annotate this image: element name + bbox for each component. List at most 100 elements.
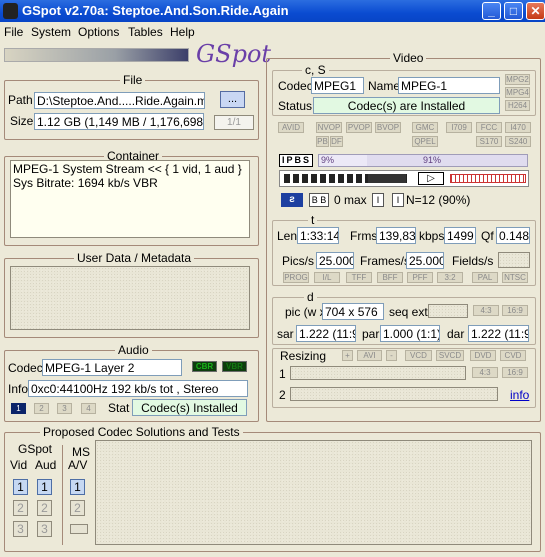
menu-system[interactable]: System xyxy=(31,25,71,39)
pics-label: Pics/s xyxy=(282,254,315,268)
ms-solution-2[interactable]: 2 xyxy=(70,500,85,516)
vbr-badge: VBR xyxy=(222,361,247,372)
container-line-1: MPEG-1 System Stream << { 1 vid, 1 aud } xyxy=(13,162,242,176)
path-field[interactable]: D:\Steptoe.And.....Ride.Again.mpg xyxy=(34,92,205,109)
size-label: Size xyxy=(10,114,34,128)
menu-tables[interactable]: Tables xyxy=(128,25,163,39)
menu-options[interactable]: Options xyxy=(78,25,119,39)
minimize-button[interactable]: _ xyxy=(482,2,501,20)
audio-track-3[interactable]: 3 xyxy=(57,403,72,414)
pic-label: pic (w x xyxy=(285,305,326,319)
path-label: Path xyxy=(8,93,33,107)
kbps-field: 1499 xyxy=(444,227,476,244)
file-group xyxy=(4,80,259,140)
std-prog: PROG xyxy=(283,272,309,283)
audio-track-4[interactable]: 4 xyxy=(81,403,96,414)
std-pal: PAL xyxy=(472,272,498,283)
ms-solution-1[interactable]: 1 xyxy=(70,479,85,495)
info-link[interactable]: info xyxy=(510,388,529,402)
resize-minus[interactable]: - xyxy=(386,350,397,361)
menu-bar: File System Options Tables Help xyxy=(0,22,545,41)
sar-field: 1.222 (11:9) xyxy=(296,325,356,342)
video-codec-label: Codec xyxy=(278,79,313,93)
bb-icon: B B xyxy=(309,193,329,207)
i-icon-1: I xyxy=(372,193,384,207)
gop-marker: ▷ xyxy=(418,172,444,185)
seq-ext-label: seq ext xyxy=(389,305,428,319)
video-name-field: MPEG-1 xyxy=(398,77,500,94)
flag-nvop: NVOP xyxy=(316,122,342,133)
gop-frames-dark xyxy=(368,174,406,183)
bar2-pct: 91% xyxy=(423,155,442,165)
flag-pb: PB xyxy=(316,136,329,147)
resize-svcd[interactable]: SVCD xyxy=(436,350,464,361)
ms-solution-blank[interactable] xyxy=(70,524,88,534)
close-button[interactable]: ✕ xyxy=(526,2,545,20)
resize-row-2-field xyxy=(290,387,498,401)
flag-i470: I470 xyxy=(505,122,531,133)
maximize-button[interactable]: □ xyxy=(504,2,523,20)
resize-avi[interactable]: AVI xyxy=(357,350,382,361)
vid-solution-3[interactable]: 3 xyxy=(13,521,28,537)
seq-ext-field xyxy=(428,304,468,318)
menu-help[interactable]: Help xyxy=(170,25,195,39)
frames-field: 25.000 xyxy=(406,252,444,269)
dar-label: dar xyxy=(447,327,465,341)
aud-solution-3[interactable]: 3 xyxy=(37,521,52,537)
resize-cvd[interactable]: CVD xyxy=(500,350,526,361)
title-bar: GSpot v2.70a: Steptoe.And.Son.Ride.Again… xyxy=(0,0,545,22)
resize-plus[interactable]: + xyxy=(342,350,353,361)
resize-ar-16-9[interactable]: 16:9 xyxy=(502,367,528,378)
ipbs-s: S xyxy=(303,155,312,165)
gop-graph: ▷ xyxy=(279,170,529,187)
codecs-divider xyxy=(62,445,63,545)
ar-16-9: 16:9 xyxy=(502,305,528,316)
resize-vcd[interactable]: VCD xyxy=(405,350,432,361)
part-button[interactable]: 1/1 xyxy=(214,115,254,130)
mpeg-logo-icon: ƨ xyxy=(281,193,303,207)
pics-field: 25.000 xyxy=(316,252,354,269)
ipbs-p: P xyxy=(286,155,295,165)
vid-label: Vid xyxy=(10,458,28,472)
audio-codec-label: Codec xyxy=(8,361,43,375)
gop-red-scale xyxy=(450,174,526,183)
std-bff: BFF xyxy=(377,272,403,283)
n-label: N=12 (90%) xyxy=(406,193,471,207)
pic-field: 704 x 576 xyxy=(322,303,384,320)
av-label: A/V xyxy=(68,458,88,472)
mpg2-flag: MPG2 xyxy=(505,74,530,85)
frames-label: Frames/s xyxy=(360,254,411,268)
ipbs-indicator: IPBS xyxy=(279,154,313,167)
ms-label: MS xyxy=(72,445,90,459)
flag-bvop: BVOP xyxy=(375,122,401,133)
resize-dvd[interactable]: DVD xyxy=(470,350,496,361)
audio-track-1[interactable]: 1 xyxy=(11,403,26,414)
video-status-field: Codec(s) are Installed xyxy=(313,97,500,114)
menu-file[interactable]: File xyxy=(4,25,23,39)
len-label: Len xyxy=(277,229,298,243)
file-group-title: File xyxy=(120,73,146,87)
vid-solution-2[interactable]: 2 xyxy=(13,500,28,516)
std-tff: TFF xyxy=(346,272,372,283)
flag-i709: I709 xyxy=(446,122,472,133)
cbr-badge: CBR xyxy=(192,361,217,372)
flag-s240: S240 xyxy=(505,136,531,147)
vid-solution-1[interactable]: 1 xyxy=(13,479,28,495)
audio-track-2[interactable]: 2 xyxy=(34,403,49,414)
audio-stat-field: Codec(s) Installed xyxy=(132,399,247,416)
metadata-area xyxy=(10,266,250,330)
bar1-pct: 9% xyxy=(321,155,335,165)
video-codec-field: MPEG1 xyxy=(311,77,364,94)
audio-group-title: Audio xyxy=(115,343,152,357)
std-pff: PFF xyxy=(407,272,433,283)
qf-field: 0.148 xyxy=(496,227,530,244)
flag-gmc: GMC xyxy=(412,122,438,133)
aud-solution-1[interactable]: 1 xyxy=(37,479,52,495)
video-group-title: Video xyxy=(390,51,427,65)
resize-ar-4-3[interactable]: 4:3 xyxy=(472,367,498,378)
audio-codec-field: MPEG-1 Layer 2 xyxy=(42,359,182,376)
aud-solution-2[interactable]: 2 xyxy=(37,500,52,516)
browse-button[interactable]: ... xyxy=(220,91,245,108)
aud-label: Aud xyxy=(35,458,57,472)
flag-avid: AVID xyxy=(278,122,304,133)
